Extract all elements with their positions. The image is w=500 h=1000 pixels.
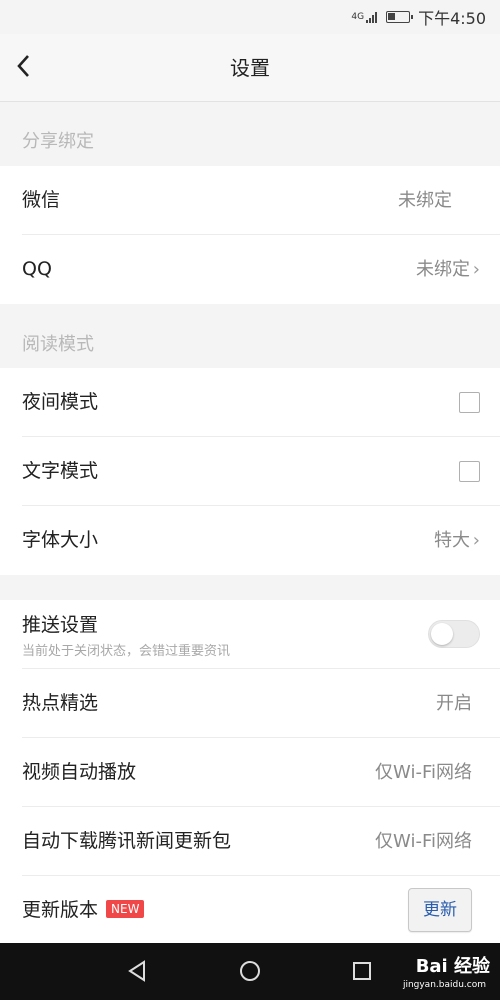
page-title: 设置 [230, 56, 270, 80]
night-mode-label: 夜间模式 [22, 391, 99, 413]
night-mode-row[interactable]: 夜间模式 [0, 368, 500, 437]
battery-icon [386, 11, 414, 23]
signal-icon [366, 11, 378, 23]
new-badge: NEW [106, 900, 145, 918]
wechat-value: 未绑定 [398, 190, 452, 211]
auto-download-value: 仅Wi-Fi网络 [375, 831, 472, 852]
hot-picks-label: 热点精选 [22, 692, 99, 714]
auto-download-row[interactable]: 自动下载腾讯新闻更新包 仅Wi-Fi网络 [0, 807, 500, 876]
wechat-label: 微信 [22, 189, 61, 211]
watermark-brand: Bai 经验 [415, 956, 490, 977]
text-mode-row[interactable]: 文字模式 [0, 437, 500, 506]
video-autoplay-value: 仅Wi-Fi网络 [375, 762, 472, 783]
push-toggle[interactable] [428, 620, 480, 648]
auto-download-label: 自动下载腾讯新闻更新包 [22, 830, 232, 852]
chevron-right-icon: › [472, 259, 480, 280]
font-size-value: 特大 [434, 530, 470, 551]
push-settings-label: 推送设置 [22, 614, 99, 636]
hot-picks-value: 开启 [436, 693, 472, 714]
update-version-label: 更新版本 NEW [22, 876, 145, 945]
update-button[interactable]: 更新 [408, 888, 472, 932]
section-header-share: 分享绑定 [0, 118, 500, 166]
status-time: 下午4:50 [418, 9, 486, 28]
chevron-right-icon: › [472, 530, 480, 551]
font-size-label: 字体大小 [22, 529, 99, 551]
text-mode-checkbox[interactable] [459, 461, 480, 482]
recent-square-icon[interactable] [350, 959, 374, 983]
status-bar: 4G 下午4:50 [0, 0, 500, 34]
back-triangle-icon[interactable] [126, 959, 150, 983]
qq-value: 未绑定 [416, 259, 470, 280]
qq-label: QQ [22, 258, 52, 280]
qq-row[interactable]: QQ 未绑定 › [0, 235, 500, 304]
update-version-text: 更新版本 [22, 899, 99, 921]
wechat-row[interactable]: 微信 未绑定 [0, 166, 500, 235]
hot-picks-row[interactable]: 热点精选 开启 [0, 669, 500, 738]
push-settings-sub: 当前处于关闭状态，会错过重要资讯 [22, 644, 231, 659]
watermark-url: jingyan.baidu.com [402, 980, 486, 990]
section-header-reading: 阅读模式 [0, 304, 500, 368]
update-version-row[interactable]: 更新版本 NEW 更新 [0, 876, 500, 945]
share-group: 微信 未绑定 QQ 未绑定 › [0, 166, 500, 304]
push-settings-row[interactable]: 推送设置 当前处于关闭状态，会错过重要资讯 [0, 600, 500, 669]
font-size-row[interactable]: 字体大小 特大 › [0, 506, 500, 575]
night-mode-checkbox[interactable] [459, 392, 480, 413]
reading-group: 夜间模式 文字模式 字体大小 特大 › [0, 368, 500, 575]
settings-group: 推送设置 当前处于关闭状态，会错过重要资讯 热点精选 开启 视频自动播放 仅Wi… [0, 600, 500, 945]
network-type: 4G [351, 11, 365, 22]
video-autoplay-row[interactable]: 视频自动播放 仅Wi-Fi网络 [0, 738, 500, 807]
home-circle-icon[interactable] [238, 959, 262, 983]
text-mode-label: 文字模式 [22, 460, 99, 482]
nav-bar: 设置 [0, 34, 500, 102]
video-autoplay-label: 视频自动播放 [22, 761, 137, 783]
